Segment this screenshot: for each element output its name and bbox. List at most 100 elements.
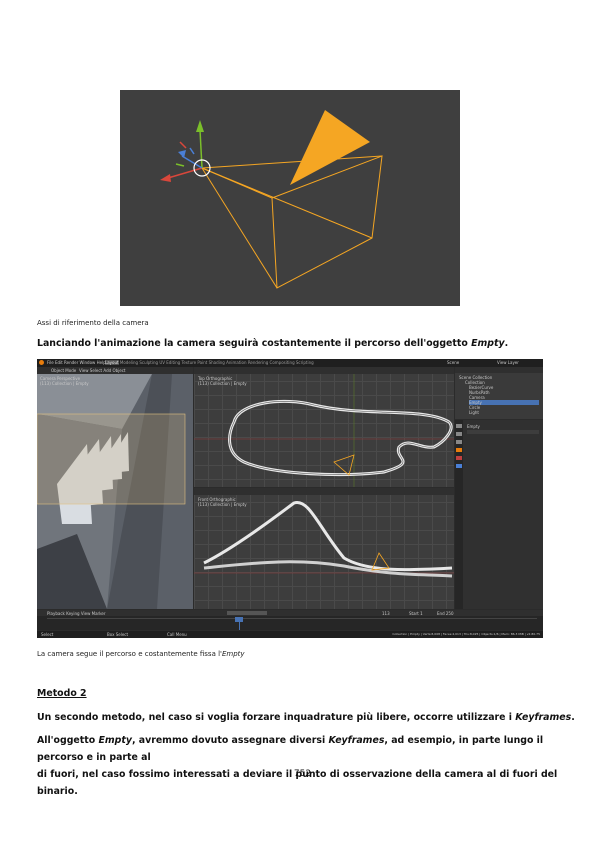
top-ortho-viewport[interactable]: Top Orthographic (113) Collection | Empt… (194, 367, 454, 487)
menu-view-timeline[interactable]: View (81, 611, 91, 616)
properties-field[interactable] (467, 430, 539, 434)
tab-uv-editing[interactable]: UV Editing (159, 360, 180, 365)
section-p2-emph2: Keyframes (328, 735, 385, 746)
viewport-menu[interactable]: View Select Add Object (79, 368, 125, 373)
object-tab-icon[interactable] (456, 448, 462, 452)
tab-rendering[interactable]: Rendering (248, 360, 268, 365)
render-tab-icon[interactable] (456, 432, 462, 436)
blender-logo-icon (39, 360, 44, 365)
status-box-select: Box Select (107, 632, 129, 637)
timeline[interactable]: Playback Keying View Marker 113 Start 1 … (37, 610, 543, 630)
camera-frustum (201, 155, 383, 289)
end-label: End (437, 611, 445, 616)
menu-items[interactable]: File Edit Render Window Help (47, 360, 106, 365)
playhead-line (239, 622, 240, 630)
outliner-panel[interactable]: Scene Collection Collection BezierCurve … (455, 367, 543, 419)
end-frame-field[interactable]: End 250 (437, 611, 454, 616)
camera-viewport-header: Object Mode View Select Add Object (37, 367, 193, 374)
playback-controls[interactable] (227, 611, 267, 615)
section-p2-b: , avremmo dovuto assegnare diversi (131, 735, 329, 746)
tool-tab-icon[interactable] (456, 424, 462, 428)
menu-render[interactable]: Render (64, 360, 78, 365)
menu-keying[interactable]: Keying (66, 611, 79, 616)
menu-add[interactable]: Add (103, 368, 111, 373)
section-p2-a: All'oggetto (37, 735, 99, 746)
track-front-view (194, 501, 454, 578)
figure2-caption-text: La camera segue il percorso e costanteme… (37, 650, 222, 658)
status-bar: Select Box Select Call Menu Collection |… (37, 631, 543, 638)
figure2-caption-emph: Empty (221, 650, 245, 658)
start-label: Start (409, 611, 419, 616)
axis-y-arrow (196, 120, 204, 132)
tab-animation[interactable]: Animation (226, 360, 246, 365)
constraint-tab-icon[interactable] (456, 456, 462, 460)
outliner-item-light[interactable]: Light (469, 410, 479, 415)
paragraph-1: Lanciando l'animazione la camera seguirà… (37, 335, 508, 352)
rot-handle-blue (189, 147, 195, 155)
figure1-caption: Assi di riferimento della camera (37, 319, 149, 327)
menu-playback[interactable]: Playback (47, 611, 65, 616)
track-top-view (194, 374, 454, 487)
rot-handle-green (175, 163, 185, 167)
section-p1-emph: Keyframes (515, 712, 572, 723)
tab-compositing[interactable]: Compositing (270, 360, 295, 365)
menu-edit[interactable]: Edit (55, 360, 63, 365)
section-p1-tail: . (571, 712, 575, 723)
start-frame-field[interactable]: Start 1 (409, 611, 423, 616)
workspace-tabs[interactable]: Layout Modeling Sculpting UV Editing Tex… (105, 360, 314, 365)
tab-scripting[interactable]: Scripting (296, 360, 314, 365)
start-value[interactable]: 1 (420, 611, 423, 616)
menu-window[interactable]: Window (80, 360, 96, 365)
menu-marker[interactable]: Marker (92, 611, 106, 616)
camera-axes-drawing (160, 110, 383, 289)
physics-tab-icon[interactable] (456, 464, 462, 468)
status-info: Collection | Empty | Verts:8,008 | Faces… (392, 632, 540, 636)
camera-axes-figure (120, 90, 460, 306)
tunnel-render (37, 374, 193, 609)
camera-up-triangle (290, 110, 370, 185)
timeline-header: Playback Keying View Marker 113 Start 1 … (37, 610, 543, 616)
menu-view[interactable]: View (79, 368, 89, 373)
axis-x-arrow (160, 174, 171, 182)
end-value[interactable]: 250 (446, 611, 454, 616)
section-heading: Metodo 2 (37, 688, 87, 699)
section-p1-text: Un secondo metodo, nel caso si voglia fo… (37, 712, 516, 723)
axis-z-line (181, 155, 203, 169)
status-call-menu: Call Menu (167, 632, 187, 637)
properties-panel[interactable]: Empty (455, 420, 543, 609)
output-tab-icon[interactable] (456, 440, 462, 444)
axis-y-line (199, 129, 203, 169)
view-layer-selector[interactable]: View Layer (497, 360, 519, 365)
front-ortho-viewport[interactable]: Front Orthographic (113) Collection | Em… (194, 488, 454, 609)
section-paragraph-2: All'oggetto Empty, avremmo dovuto assegn… (37, 732, 567, 800)
timeline-menu[interactable]: Playback Keying View Marker (47, 611, 105, 616)
page-number: 752 (293, 769, 312, 779)
properties-tabs[interactable] (455, 420, 463, 609)
top-menu-bar: File Edit Render Window Help Layout Mode… (37, 359, 543, 367)
outliner-header (455, 367, 543, 373)
tab-texture-paint[interactable]: Texture Paint (182, 360, 208, 365)
paragraph-1-tail: . (504, 338, 509, 349)
properties-object-name: Empty (467, 424, 480, 429)
paragraph-1-emph: Empty (471, 338, 505, 349)
rot-handle-red (179, 141, 187, 149)
paragraph-1-text: Lanciando l'animazione la camera seguirà… (37, 338, 472, 349)
mode-dropdown[interactable]: Object Mode (51, 368, 76, 373)
blender-screenshot: File Edit Render Window Help Layout Mode… (37, 359, 543, 638)
timeline-ruler (47, 618, 537, 619)
current-frame-field[interactable]: 113 (382, 611, 390, 616)
tab-shading[interactable]: Shading (209, 360, 225, 365)
status-select: Select (41, 632, 54, 637)
menu-select[interactable]: Select (90, 368, 102, 373)
menu-object[interactable]: Object (112, 368, 125, 373)
figure2-caption: La camera segue il percorso e costanteme… (37, 650, 245, 658)
axis-x-line (167, 167, 203, 179)
tab-sculpting[interactable]: Sculpting (139, 360, 158, 365)
tab-layout[interactable]: Layout (105, 360, 119, 365)
scene-selector[interactable]: Scene (447, 360, 459, 365)
menu-file[interactable]: File (47, 360, 54, 365)
camera-view-sub: (113) Collection | Empty (40, 381, 89, 386)
tab-modeling[interactable]: Modeling (120, 360, 138, 365)
camera-viewport[interactable]: Object Mode View Select Add Object Camer… (37, 367, 193, 609)
section-paragraph-1: Un secondo metodo, nel caso si voglia fo… (37, 709, 575, 726)
